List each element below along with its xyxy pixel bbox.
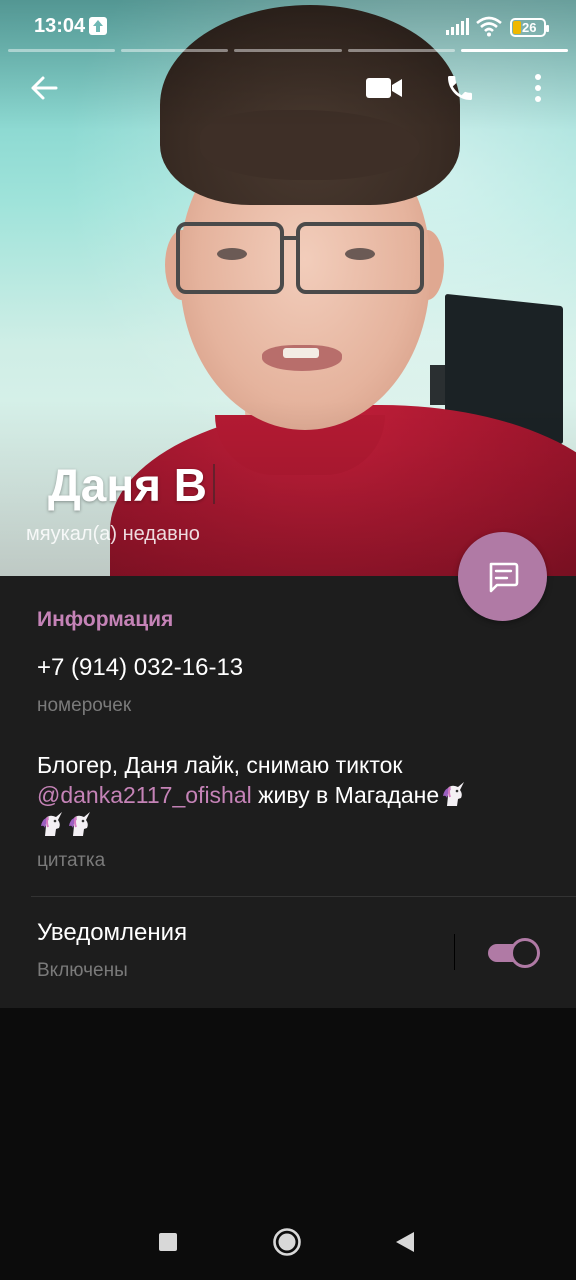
photo-detail (283, 348, 319, 358)
divider (31, 896, 576, 897)
last-seen-status: мяукал(а) недавно (26, 523, 200, 545)
bio-text-start: Блогер, Даня лайк, снимаю тикток (37, 752, 403, 778)
call-button[interactable] (436, 64, 484, 112)
battery-icon: 26 (510, 18, 549, 37)
bio-text: Блогер, Даня лайк, снимаю тикток @danka2… (37, 750, 537, 840)
home-button[interactable] (262, 1217, 312, 1267)
info-panel: Информация +7 (914) 032-16-13 номерочек … (0, 576, 576, 1008)
progress-segment (347, 49, 455, 52)
photo-progress-segments (8, 49, 569, 53)
progress-segment-active (460, 49, 569, 52)
unicorn-icon (439, 780, 467, 808)
video-call-button[interactable] (360, 64, 408, 112)
phone-number[interactable]: +7 (914) 032-16-13 (37, 654, 243, 682)
profile-name: Даня В (48, 459, 207, 511)
notifications-separator (454, 934, 455, 970)
notifications-status: Включены (37, 960, 128, 981)
phone-icon (448, 76, 472, 100)
battery-nub (546, 25, 549, 32)
upload-icon (89, 17, 107, 35)
photo-detail (296, 222, 424, 294)
back-icon (396, 1232, 414, 1252)
bio-label: цитатка (37, 850, 106, 871)
send-message-button[interactable] (458, 532, 547, 621)
progress-segment (121, 49, 229, 52)
bio-text-end: живу в Магадане (251, 782, 440, 808)
back-button[interactable] (20, 64, 68, 112)
back-arrow-icon (31, 76, 58, 100)
unicorn-icon (37, 810, 65, 838)
video-call-icon (366, 78, 402, 98)
photo-detail (282, 236, 298, 240)
system-nav-bar (0, 1200, 576, 1280)
home-icon (273, 1228, 301, 1256)
unicorn-icon (65, 810, 93, 838)
signal-icon (446, 17, 470, 40)
toggle-knob (510, 938, 540, 968)
wifi-icon (476, 15, 502, 42)
battery-percent: 26 (522, 20, 537, 35)
more-options-button[interactable] (514, 64, 562, 112)
battery-fill (513, 21, 521, 34)
more-vertical-icon (535, 74, 541, 102)
notifications-title[interactable]: Уведомления (37, 919, 187, 947)
phone-label: номерочек (37, 695, 132, 716)
photo-detail (176, 222, 284, 294)
nav-back-button[interactable] (380, 1217, 430, 1267)
text-cursor (213, 464, 215, 504)
progress-segment (8, 49, 116, 52)
status-time: 13:04 (34, 15, 86, 37)
progress-segment (234, 49, 342, 52)
notifications-toggle[interactable] (488, 936, 542, 970)
bio-username-link[interactable]: @danka2117_ofishal (37, 782, 252, 808)
recent-apps-button[interactable] (143, 1217, 193, 1267)
recent-apps-icon (159, 1233, 177, 1251)
message-icon (489, 562, 518, 592)
status-bar: 13:04 26 (0, 0, 576, 52)
info-section-title: Информация (37, 608, 174, 631)
